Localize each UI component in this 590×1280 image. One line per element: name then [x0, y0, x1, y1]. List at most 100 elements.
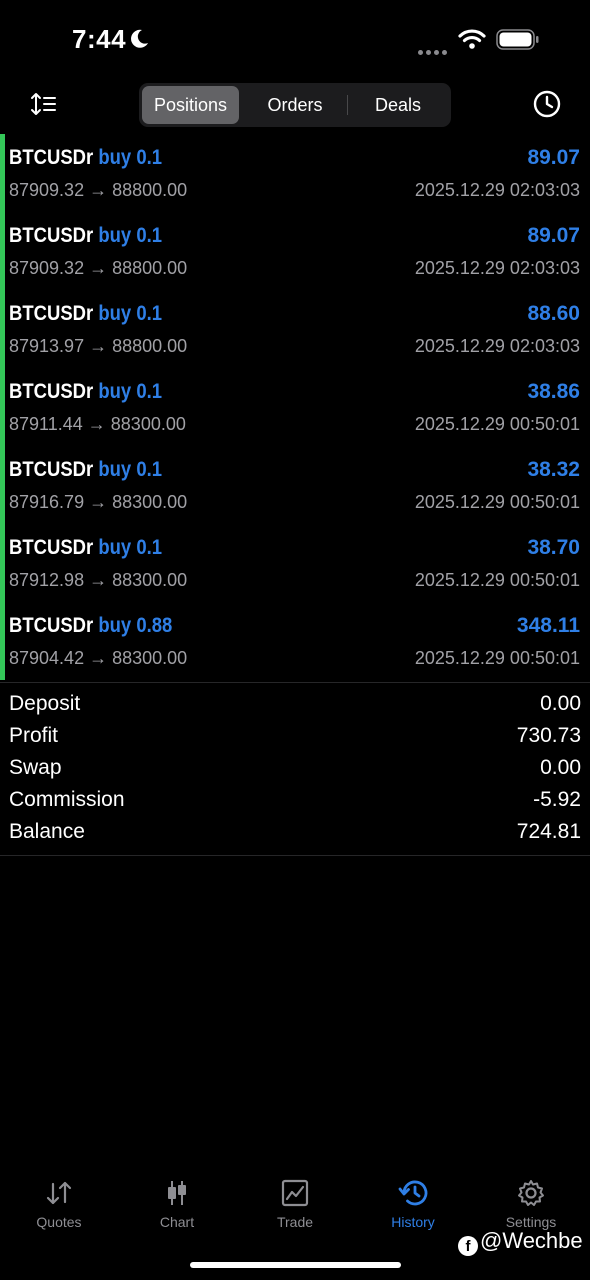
position-profit: 38.32: [527, 458, 580, 481]
arrow-icon: →: [89, 570, 108, 590]
position-row[interactable]: BTCUSDr buy 0.1 38.32 87916.79 → 88300.00 2…: [0, 446, 590, 524]
tab-chart-label: Chart: [159, 1214, 195, 1230]
watermark: f @Wechbe: [458, 1228, 583, 1256]
position-row[interactable]: BTCUSDr buy 0.88 348.11 87904.42 → 88300.0…: [0, 602, 590, 680]
position-profit: 38.86: [527, 380, 580, 403]
close-price: 88300.00: [112, 492, 188, 512]
position-prices: 87904.42 → 88300.00: [9, 648, 187, 669]
position-profit: 89.07: [527, 224, 580, 247]
open-price: 87913.97: [9, 336, 85, 356]
tab-quotes-label: Quotes: [36, 1214, 82, 1230]
position-symbol-line: BTCUSDr buy 0.1: [9, 302, 162, 326]
position-symbol-line: BTCUSDr buy 0.1: [9, 458, 162, 482]
position-symbol: BTCUSDr: [9, 146, 94, 169]
history-icon: [398, 1180, 428, 1206]
watermark-text: @Wechbe: [480, 1228, 583, 1253]
position-side: buy 0.1: [98, 458, 163, 481]
position-profit: 88.60: [527, 302, 580, 325]
position-prices: 87913.97 → 88800.00: [9, 336, 187, 357]
position-time: 2025.12.29 02:03:03: [414, 336, 580, 356]
position-time: 2025.12.29 02:03:03: [414, 180, 580, 200]
clock-icon[interactable]: [532, 89, 562, 119]
position-symbol-line: BTCUSDr buy 0.1: [9, 146, 162, 170]
position-time: 2025.12.29 00:50:01: [414, 570, 580, 590]
close-price: 88800.00: [112, 180, 188, 200]
position-side: buy 0.1: [98, 224, 163, 247]
buy-indicator-bar: [0, 524, 5, 602]
summary-label: Balance: [9, 820, 85, 843]
position-side: buy 0.1: [98, 146, 163, 169]
trade-icon: [281, 1179, 309, 1207]
position-profit: 348.11: [516, 614, 580, 637]
summary-row: Balance 724.81: [0, 817, 590, 849]
chart-icon: [168, 1181, 186, 1205]
position-profit: 89.07: [527, 146, 580, 169]
position-prices: 87911.44 → 88300.00: [9, 414, 186, 435]
position-symbol: BTCUSDr: [9, 302, 94, 325]
buy-indicator-bar: [0, 446, 5, 524]
tab-quotes[interactable]: Quotes: [0, 1170, 118, 1240]
position-row[interactable]: BTCUSDr buy 0.1 38.70 87912.98 → 88300.00 2…: [0, 524, 590, 602]
position-row[interactable]: BTCUSDr buy 0.1 38.86 87911.44 → 88300.00 2…: [0, 368, 590, 446]
settings-icon: [518, 1180, 544, 1206]
position-time: 2025.12.29 02:03:03: [414, 258, 580, 278]
buy-indicator-bar: [0, 134, 5, 212]
summary-value: 0.00: [540, 756, 581, 779]
position-side: buy 0.1: [98, 536, 163, 559]
position-prices: 87909.32 → 88800.00: [9, 180, 187, 201]
signal-icon: [418, 42, 450, 60]
tab-positions[interactable]: Positions: [142, 86, 239, 124]
sort-icon[interactable]: [30, 90, 58, 118]
tab-trade-label: Trade: [276, 1214, 314, 1230]
position-time: 2025.12.29 00:50:01: [414, 414, 580, 434]
battery-icon: [496, 29, 539, 50]
segmented-control: Positions Orders Deals: [139, 83, 451, 127]
status-bar: 7:44: [0, 0, 590, 80]
open-price: 87909.32: [9, 258, 85, 278]
position-row[interactable]: BTCUSDr buy 0.1 89.07 87909.32 → 88800.00 2…: [0, 212, 590, 290]
position-prices: 87909.32 → 88800.00: [9, 258, 187, 279]
summary: Deposit 0.00 Profit 730.73 Swap 0.00 Commissio…: [0, 689, 590, 849]
positions-list: BTCUSDr buy 0.1 89.07 87909.32 → 88800.00 2…: [0, 134, 590, 680]
position-symbol: BTCUSDr: [9, 224, 94, 247]
tab-chart[interactable]: Chart: [118, 1170, 236, 1240]
summary-value: 730.73: [516, 724, 581, 747]
close-price: 88800.00: [112, 336, 188, 356]
close-price: 88300.00: [112, 648, 188, 668]
position-row[interactable]: BTCUSDr buy 0.1 89.07 87909.32 → 88800.00 2…: [0, 134, 590, 212]
tab-trade[interactable]: Trade: [236, 1170, 354, 1240]
arrow-icon: →: [89, 336, 108, 356]
home-indicator[interactable]: [190, 1262, 401, 1268]
position-symbol: BTCUSDr: [9, 536, 94, 559]
position-time: 2025.12.29 00:50:01: [414, 492, 580, 512]
position-time: 2025.12.29 00:50:01: [414, 648, 580, 668]
tab-orders[interactable]: Orders: [243, 86, 347, 124]
quotes-icon: [46, 1181, 72, 1205]
summary-row: Profit 730.73: [0, 721, 590, 753]
position-prices: 87912.98 → 88300.00: [9, 570, 187, 591]
open-price: 87909.32: [9, 180, 85, 200]
summary-label: Swap: [9, 756, 62, 779]
position-symbol-line: BTCUSDr buy 0.1: [9, 380, 162, 404]
summary-divider: [0, 855, 590, 856]
position-symbol: BTCUSDr: [9, 458, 94, 481]
tab-deals[interactable]: Deals: [348, 86, 448, 124]
position-symbol: BTCUSDr: [9, 614, 94, 637]
open-price: 87912.98: [9, 570, 85, 590]
summary-row: Swap 0.00: [0, 753, 590, 785]
arrow-icon: →: [89, 180, 108, 200]
header: Positions Orders Deals: [0, 80, 590, 132]
position-row[interactable]: BTCUSDr buy 0.1 88.60 87913.97 → 88800.00 2…: [0, 290, 590, 368]
position-side: buy 0.88: [98, 614, 173, 637]
buy-indicator-bar: [0, 212, 5, 290]
close-price: 88800.00: [112, 258, 188, 278]
position-symbol: BTCUSDr: [9, 380, 94, 403]
position-profit: 38.70: [527, 536, 580, 559]
open-price: 87916.79: [9, 492, 85, 512]
buy-indicator-bar: [0, 602, 5, 680]
tab-history[interactable]: History: [354, 1170, 472, 1240]
facebook-icon: f: [458, 1236, 478, 1256]
buy-indicator-bar: [0, 290, 5, 368]
summary-value: -5.92: [533, 788, 581, 811]
arrow-icon: →: [89, 492, 108, 512]
